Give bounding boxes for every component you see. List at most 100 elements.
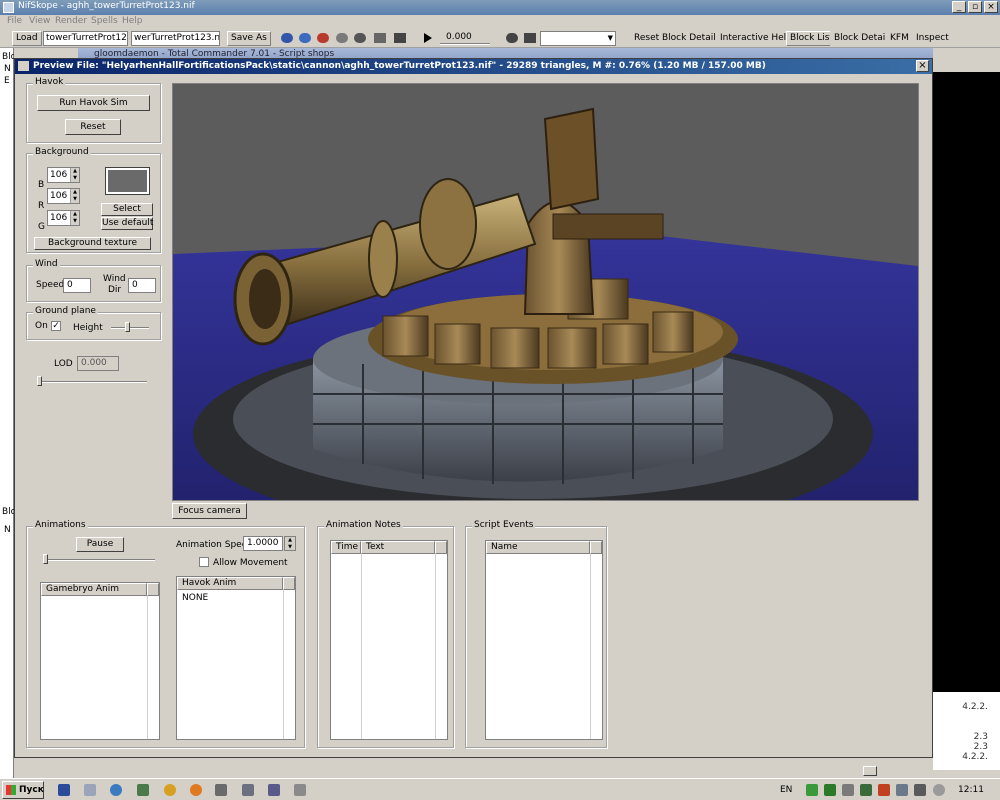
start-button[interactable]: Пуск: [2, 781, 44, 799]
havok-anim-list[interactable]: Havok Anim NONE: [176, 576, 296, 740]
list-item[interactable]: NONE: [182, 593, 208, 603]
column-header[interactable]: Gamebryo Anim: [41, 583, 147, 596]
fish-icon[interactable]: [215, 784, 227, 796]
tray-icon[interactable]: [806, 784, 818, 796]
column-header: [435, 541, 447, 554]
browser-icon[interactable]: [164, 784, 176, 796]
eye-icon[interactable]: [354, 33, 366, 43]
group-label: Animation Notes: [324, 520, 403, 530]
maximize-button[interactable]: ▫: [968, 1, 982, 13]
tray-icon[interactable]: [878, 784, 890, 796]
drive-icon[interactable]: [242, 784, 254, 796]
lod-slider[interactable]: [37, 381, 147, 383]
close-button[interactable]: ×: [984, 1, 998, 13]
globe-icon[interactable]: [110, 784, 122, 796]
ground-plane-checkbox[interactable]: ✓: [51, 321, 61, 331]
ground-height-slider[interactable]: [111, 327, 149, 329]
animation-speed-input[interactable]: 1.0000: [243, 536, 283, 551]
allow-movement-checkbox[interactable]: [199, 557, 209, 567]
focus-camera-button[interactable]: Focus camera: [172, 503, 247, 519]
pause-button[interactable]: Pause: [76, 537, 124, 552]
eye-icon[interactable]: [299, 33, 311, 43]
move-icon[interactable]: [374, 33, 386, 43]
panel-label: N: [4, 525, 11, 535]
clock: 12:11: [958, 785, 984, 795]
reset-button[interactable]: Reset: [65, 119, 121, 135]
background-texture-button[interactable]: Background texture: [34, 237, 151, 250]
kfm-button[interactable]: KFM: [886, 31, 913, 46]
panel-label: Blo: [2, 507, 14, 517]
inspect-button[interactable]: Inspect: [912, 31, 953, 46]
tray-icon[interactable]: [896, 784, 908, 796]
feather-icon[interactable]: [84, 784, 96, 796]
app-title: NifSkope - aghh_towerTurretProt123.nif: [18, 1, 195, 11]
eye-icon[interactable]: [317, 33, 329, 43]
play-icon[interactable]: [424, 33, 432, 43]
slider-thumb[interactable]: [43, 554, 48, 564]
wind-speed-input[interactable]: 0: [63, 278, 91, 293]
time-slider[interactable]: [440, 43, 490, 45]
save-icon[interactable]: [58, 784, 70, 796]
menu-spells[interactable]: Spells: [91, 16, 118, 26]
windows-icon[interactable]: [137, 784, 149, 796]
run-havok-sim-button[interactable]: Run Havok Sim: [37, 95, 150, 111]
save-as-button[interactable]: Save As: [227, 31, 271, 46]
reset-block-details-button[interactable]: Reset Block Details: [630, 31, 725, 46]
b-spinbox[interactable]: 106 ▲ ▼: [47, 167, 80, 183]
interactive-help-button[interactable]: Interactive Help: [716, 31, 796, 46]
volume-icon[interactable]: [933, 784, 945, 796]
tray-icon[interactable]: [860, 784, 872, 796]
script-events-table[interactable]: Name: [485, 540, 603, 740]
spin-arrows-icon[interactable]: ▲ ▼: [284, 536, 296, 551]
eye-icon[interactable]: [336, 33, 348, 43]
column-header-text[interactable]: Text: [361, 541, 435, 554]
spin-arrows-icon[interactable]: ▲ ▼: [70, 211, 79, 225]
app-icon[interactable]: [268, 784, 280, 796]
wind-dir-input[interactable]: 0: [128, 278, 156, 293]
column-header-name[interactable]: Name: [486, 541, 590, 554]
close-icon[interactable]: ×: [916, 60, 929, 72]
menu-help[interactable]: Help: [122, 16, 143, 26]
column-header-time[interactable]: Time: [331, 541, 361, 554]
tray-icon[interactable]: [824, 784, 836, 796]
load-file-input[interactable]: towerTurretProt12.nif: [43, 31, 128, 46]
g-spinbox[interactable]: 106 ▲ ▼: [47, 210, 80, 226]
save-file-input[interactable]: werTurretProt123.nif: [131, 31, 220, 46]
spin-arrows-icon[interactable]: ▲ ▼: [70, 168, 79, 182]
gamebryo-anim-list[interactable]: Gamebryo Anim: [40, 582, 160, 740]
menu-file[interactable]: File: [7, 16, 22, 26]
slider-thumb[interactable]: [37, 376, 42, 386]
tray-icon[interactable]: [842, 784, 854, 796]
animation-notes-table[interactable]: Time Text: [330, 540, 448, 740]
tray-icon[interactable]: [914, 784, 926, 796]
r-spinbox[interactable]: 106 ▲ ▼: [47, 188, 80, 204]
load-button[interactable]: Load: [12, 31, 42, 46]
use-default-button[interactable]: Use default: [101, 217, 153, 230]
background-color-swatch[interactable]: [105, 167, 150, 195]
menu-render[interactable]: Render: [55, 16, 87, 26]
slider-thumb[interactable]: [125, 322, 130, 332]
animation-select[interactable]: ▼: [540, 31, 616, 46]
eye-icon[interactable]: [281, 33, 293, 43]
menu-view[interactable]: View: [29, 16, 50, 26]
language-indicator[interactable]: EN: [780, 785, 792, 795]
switch-icon[interactable]: [524, 33, 536, 43]
chevron-down-icon[interactable]: [394, 33, 406, 43]
barrel-collar: [419, 178, 477, 270]
allow-movement-label: Allow Movement: [213, 558, 288, 568]
loop-icon[interactable]: [506, 33, 518, 43]
minimize-button[interactable]: _: [952, 1, 966, 13]
scroll-thumb[interactable]: [863, 766, 877, 776]
wind-dir-label: Wind: [103, 274, 126, 284]
app-titlebar: NifSkope - aghh_towerTurretProt123.nif _…: [0, 0, 1000, 15]
render-viewport[interactable]: [172, 83, 919, 501]
spin-arrows-icon[interactable]: ▲ ▼: [70, 189, 79, 203]
horizontal-scrollbar[interactable]: [14, 765, 933, 777]
media-icon[interactable]: [190, 784, 202, 796]
select-color-button[interactable]: Select: [101, 203, 153, 216]
block-details-panel: 4.2.2. 2.3 2.3 4.2.2.: [933, 692, 1000, 770]
column-header[interactable]: Havok Anim: [177, 577, 283, 590]
animation-time-slider[interactable]: [43, 559, 155, 561]
script-events-group: Script Events Name: [465, 520, 607, 748]
notepad-icon[interactable]: [294, 784, 306, 796]
